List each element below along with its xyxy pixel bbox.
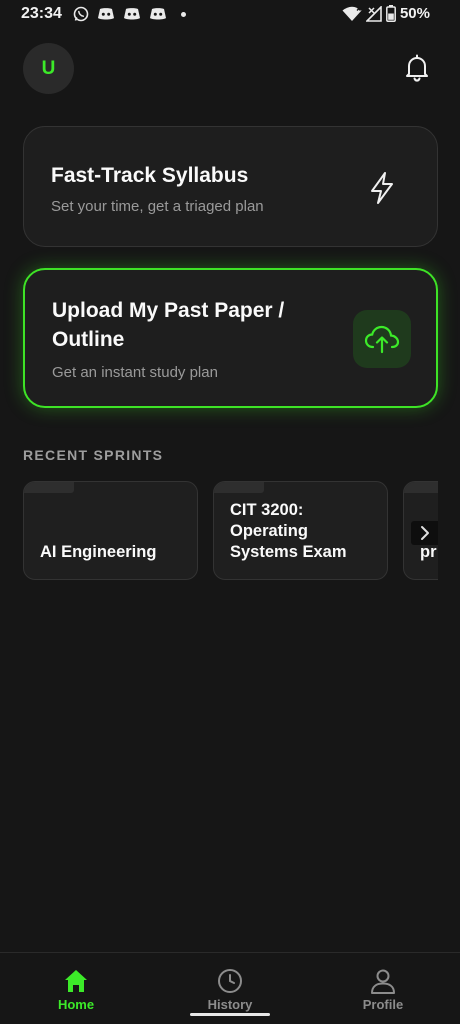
notifications-button[interactable] [402,53,432,83]
sprint-card[interactable]: AI Engineering [23,481,198,580]
recent-sprints-heading: RECENT SPRINTS [23,447,164,463]
signal-icon [365,5,382,22]
status-time: 23:34 [21,5,62,22]
fast-track-title: Fast-Track Syllabus [51,164,249,187]
discord-icon [124,8,140,20]
upload-button[interactable] [353,310,411,368]
sprint-title: CIT 3200: Operating Systems Exam [230,501,347,561]
fast-track-subtitle: Set your time, get a triaged plan [51,198,264,215]
avatar-initial: U [41,57,56,79]
scroll-right-button[interactable] [411,521,438,545]
recent-sprints-carousel[interactable]: AI Engineering CIT 3200: Operating Syste… [23,481,438,581]
bell-icon [406,54,428,82]
nav-home-label: Home [57,997,95,1012]
sprint-card[interactable]: CIT 3200: Operating Systems Exam [213,481,388,580]
person-icon [371,969,395,994]
nav-profile[interactable]: Profile [333,967,433,1012]
nav-history-label: History [207,997,253,1012]
status-bar: 23:34 50% [0,0,460,30]
system-status: 50% [342,5,430,22]
chevron-right-icon [420,526,429,540]
discord-icon [150,8,166,20]
upload-past-paper-card[interactable]: Upload My Past Paper / Outline Get an in… [23,268,438,408]
nav-home[interactable]: Home [26,967,126,1012]
dot-icon [181,11,186,17]
avatar[interactable]: U [23,43,74,94]
lightning-icon [371,172,393,204]
nav-profile-label: Profile [362,997,404,1012]
upload-title: Upload My Past Paper / Outline [52,299,285,351]
battery-percent: 50% [399,5,430,22]
cloud-upload-icon [364,325,400,354]
home-indicator[interactable] [190,1013,270,1016]
upload-subtitle: Get an instant study plan [52,364,218,381]
clock-icon [218,969,242,993]
nav-history[interactable]: History [180,967,280,1012]
app-screen: 23:34 50% U Fast-Track Syllabus Set your… [0,0,460,1024]
sprint-title: pr [420,543,437,561]
sprint-title: AI Engineering [40,543,157,561]
discord-icon [98,8,114,20]
battery-icon [386,5,396,22]
wifi-icon [342,6,362,21]
home-icon [65,970,87,992]
fast-track-card[interactable]: Fast-Track Syllabus Set your time, get a… [23,126,438,247]
notification-icons [73,6,186,22]
whatsapp-icon [73,6,89,22]
